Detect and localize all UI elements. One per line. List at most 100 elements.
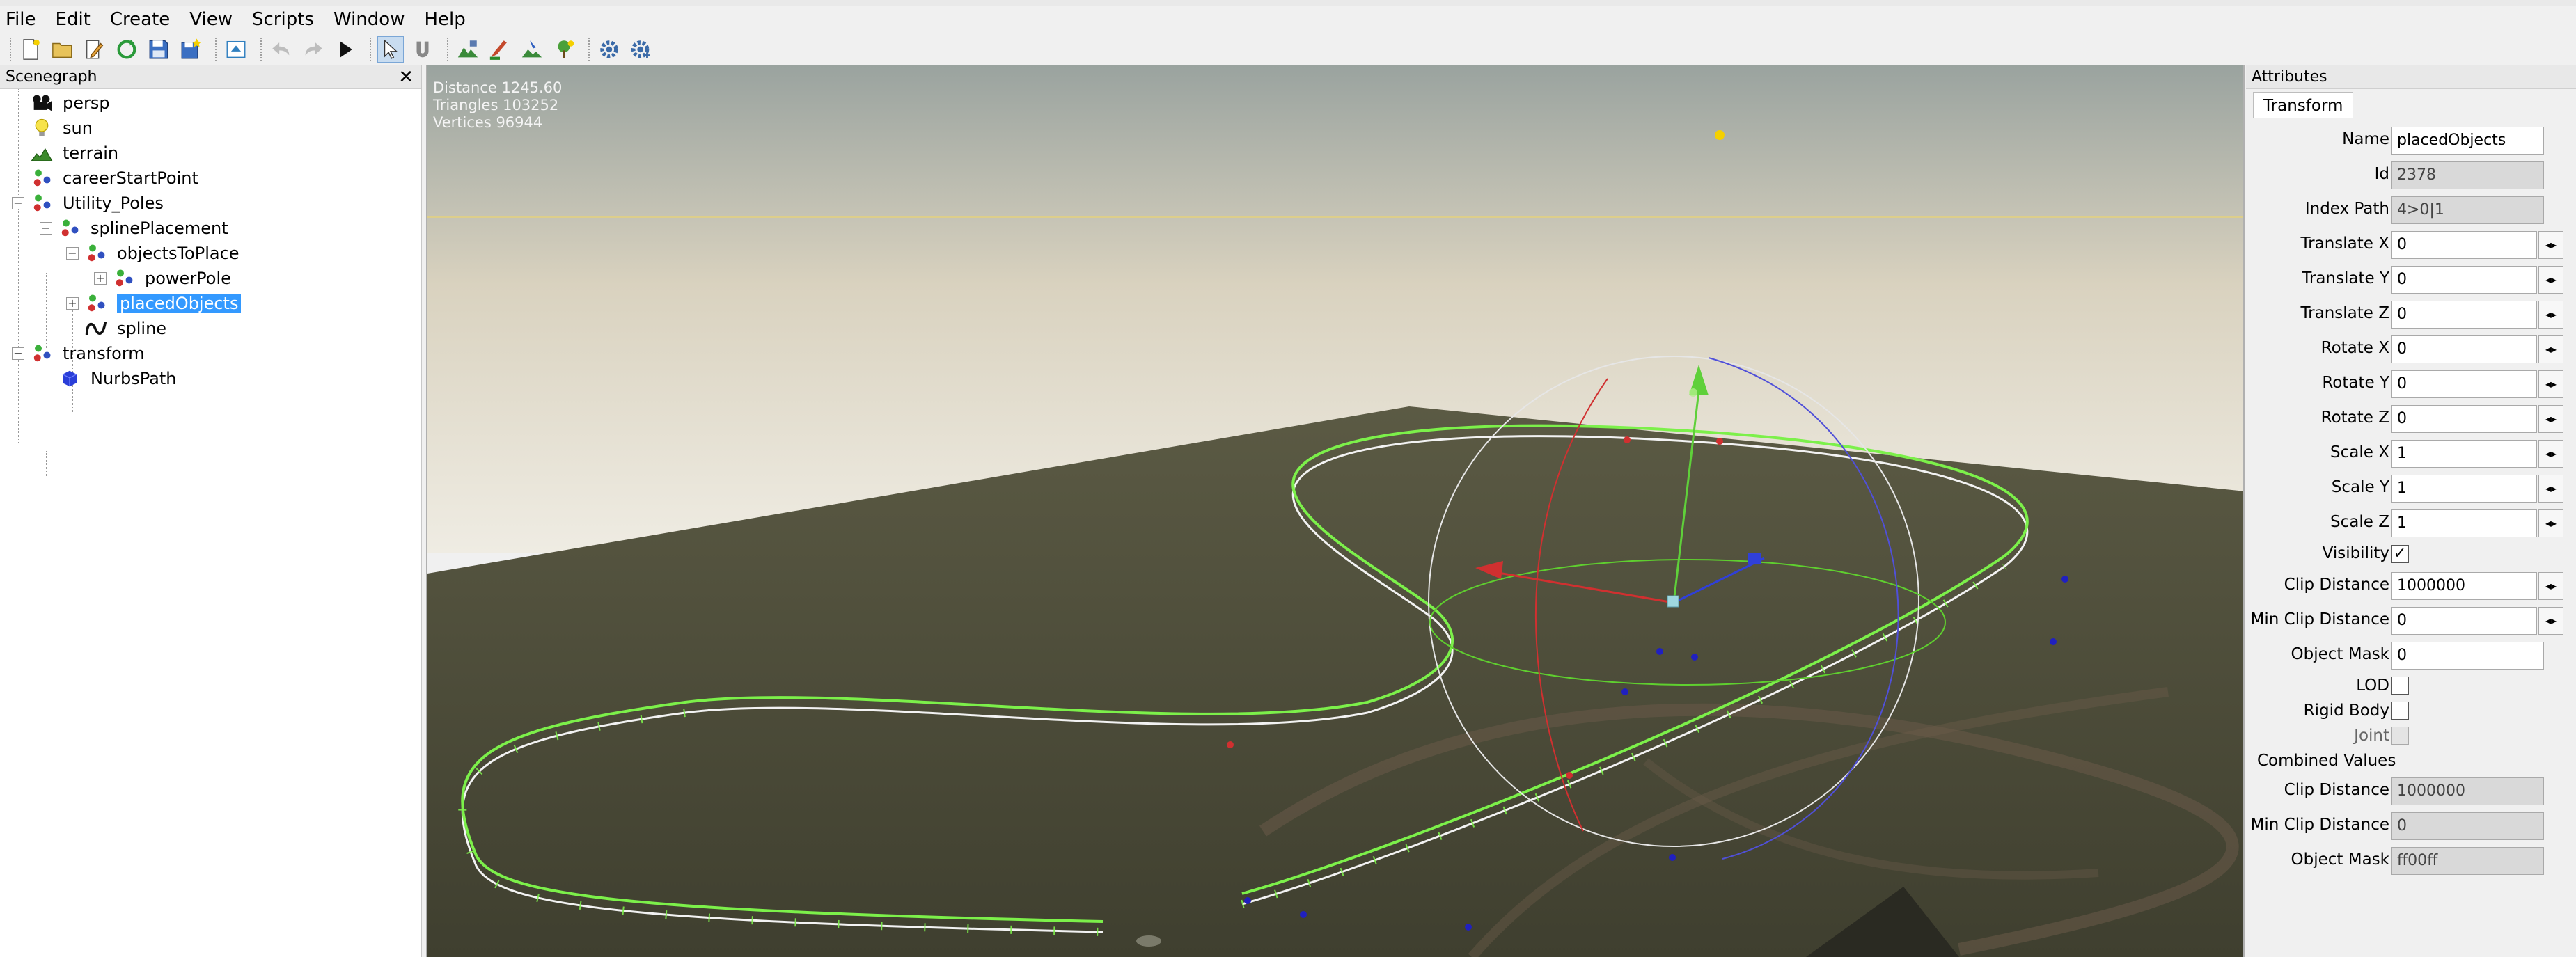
expand-toggle[interactable]: + [66,297,79,310]
menu-help[interactable]: Help [424,9,465,30]
viewport-scene[interactable] [427,65,2245,957]
tree-item-splineplacement[interactable]: splinePlacement [57,216,228,241]
scale-y-field[interactable]: 1 [2391,475,2537,503]
expand-toggle[interactable]: + [94,272,107,285]
scale-z-field[interactable]: 1 [2391,509,2537,537]
rotate-y-spinner[interactable]: ◂▸ [2538,370,2563,398]
clip-distance-spinner[interactable]: ◂▸ [2538,572,2563,600]
scale-z-spinner[interactable]: ◂▸ [2538,509,2563,537]
min-clip-distance-field[interactable]: 0 [2391,607,2537,635]
min-clip-distance-label: Min Clip Distance [2250,610,2389,628]
translate-x-spinner[interactable]: ◂▸ [2538,231,2563,259]
menu-scripts[interactable]: Scripts [252,9,314,30]
save-as-icon [181,38,201,58]
translate-y-field[interactable]: 0 [2391,266,2537,294]
menu-edit[interactable]: Edit [56,9,91,30]
reload-button[interactable] [113,36,140,63]
collapse-toggle[interactable]: − [66,247,79,260]
play-button[interactable] [332,36,359,63]
sculpt-tool-button[interactable] [519,36,545,63]
rigid-body-checkbox[interactable] [2391,702,2409,720]
rotate-z-field[interactable]: 0 [2391,405,2537,433]
object-mask-label: Object Mask [2291,645,2389,663]
scale-x-field[interactable]: 1 [2391,440,2537,468]
collapse-toggle[interactable]: − [12,197,24,209]
tree-item-spline[interactable]: spline [84,316,166,341]
lod-checkbox[interactable] [2391,677,2409,695]
control-point[interactable] [1300,911,1307,918]
translate-z-spinner[interactable]: ◂▸ [2538,301,2563,329]
collapse-toggle[interactable]: − [12,347,24,360]
joint-label: Joint [2354,727,2389,745]
scale-x-spinner[interactable]: ◂▸ [2538,440,2563,468]
export-button[interactable] [223,36,249,63]
rotate-y-field[interactable]: 0 [2391,370,2537,398]
menu-create[interactable]: Create [110,9,170,30]
rotate-z-spinner[interactable]: ◂▸ [2538,405,2563,433]
tab-transform[interactable]: Transform [2253,92,2354,118]
new-file-button[interactable] [17,36,44,63]
tree-item-placedobjects[interactable]: placedObjects [84,291,242,316]
open-file-button[interactable] [49,36,76,63]
control-point[interactable] [1624,436,1631,443]
control-point[interactable] [1465,924,1472,931]
menu-file[interactable]: File [6,9,36,30]
title-bar [0,0,2576,6]
paint-tool-button[interactable] [487,36,513,63]
foliage-tool-button[interactable] [551,36,577,63]
3d-viewport[interactable]: Distance 1245.60 Triangles 103252 Vertic… [426,65,2245,957]
tree-item-utility-poles[interactable]: Utility_Poles [29,191,164,216]
clip-distance-field[interactable]: 1000000 [2391,572,2537,600]
collapse-toggle[interactable]: − [40,222,52,235]
rotate-x-field[interactable]: 0 [2391,335,2537,363]
translate-z-arrow-icon[interactable] [1748,553,1761,564]
min-clip-distance-spinner[interactable]: ◂▸ [2538,607,2563,635]
control-point[interactable] [1656,648,1663,655]
visibility-checkbox[interactable]: ✓ [2391,545,2409,563]
scale-y-spinner[interactable]: ◂▸ [2538,475,2563,503]
export-icon [226,40,246,58]
menu-view[interactable]: View [189,9,233,30]
tree-item-terrain[interactable]: terrain [29,141,118,166]
tree-item-powerpole[interactable]: powerPole [111,266,231,291]
save-button[interactable] [146,36,172,63]
undo-button[interactable] [268,36,294,63]
select-mode-button[interactable] [377,35,404,63]
edit-file-button[interactable] [81,36,108,63]
tree-item-careerstartpoint[interactable]: careerStartPoint [29,166,198,191]
tree-connector [46,273,47,349]
save-as-button[interactable] [178,36,204,63]
control-point[interactable] [2050,638,2057,645]
control-point[interactable] [1716,438,1723,445]
translate-x-field[interactable]: 0 [2391,231,2537,259]
settings-button[interactable] [596,36,622,63]
rotate-x-spinner[interactable]: ◂▸ [2538,335,2563,363]
object-mask-field[interactable]: 0 [2391,642,2544,670]
redo-button[interactable] [300,36,327,63]
tree-item-transform[interactable]: transform [29,341,145,366]
transform-node-icon [84,292,109,315]
control-point[interactable] [1566,772,1573,779]
translate-z-field[interactable]: 0 [2391,301,2537,329]
snap-button[interactable] [409,36,436,63]
translate-y-spinner[interactable]: ◂▸ [2538,266,2563,294]
menu-window[interactable]: Window [333,9,405,30]
tree-item-persp[interactable]: persp [29,90,110,116]
tree-item-label: powerPole [145,269,231,288]
tree-item-sun[interactable]: sun [29,116,93,141]
plugin-settings-button[interactable] [628,36,654,63]
control-point[interactable] [1621,688,1628,695]
control-point[interactable] [1669,854,1676,861]
tree-item-objectstoplace[interactable]: objectsToPlace [84,241,239,266]
name-field[interactable]: placedObjects [2391,127,2544,155]
control-point[interactable] [1691,654,1698,661]
gizmo-handle[interactable] [1689,388,1697,397]
control-point[interactable] [2061,576,2068,583]
control-point[interactable] [1244,897,1251,904]
gizmo-center-handle[interactable] [1667,595,1679,608]
close-icon[interactable]: ✕ [398,65,414,89]
sun-marker-icon[interactable] [1715,130,1725,140]
control-point[interactable] [1227,741,1234,748]
tree-item-nurbspath[interactable]: NurbsPath [57,366,177,391]
terrain-tool-button[interactable] [455,36,481,63]
